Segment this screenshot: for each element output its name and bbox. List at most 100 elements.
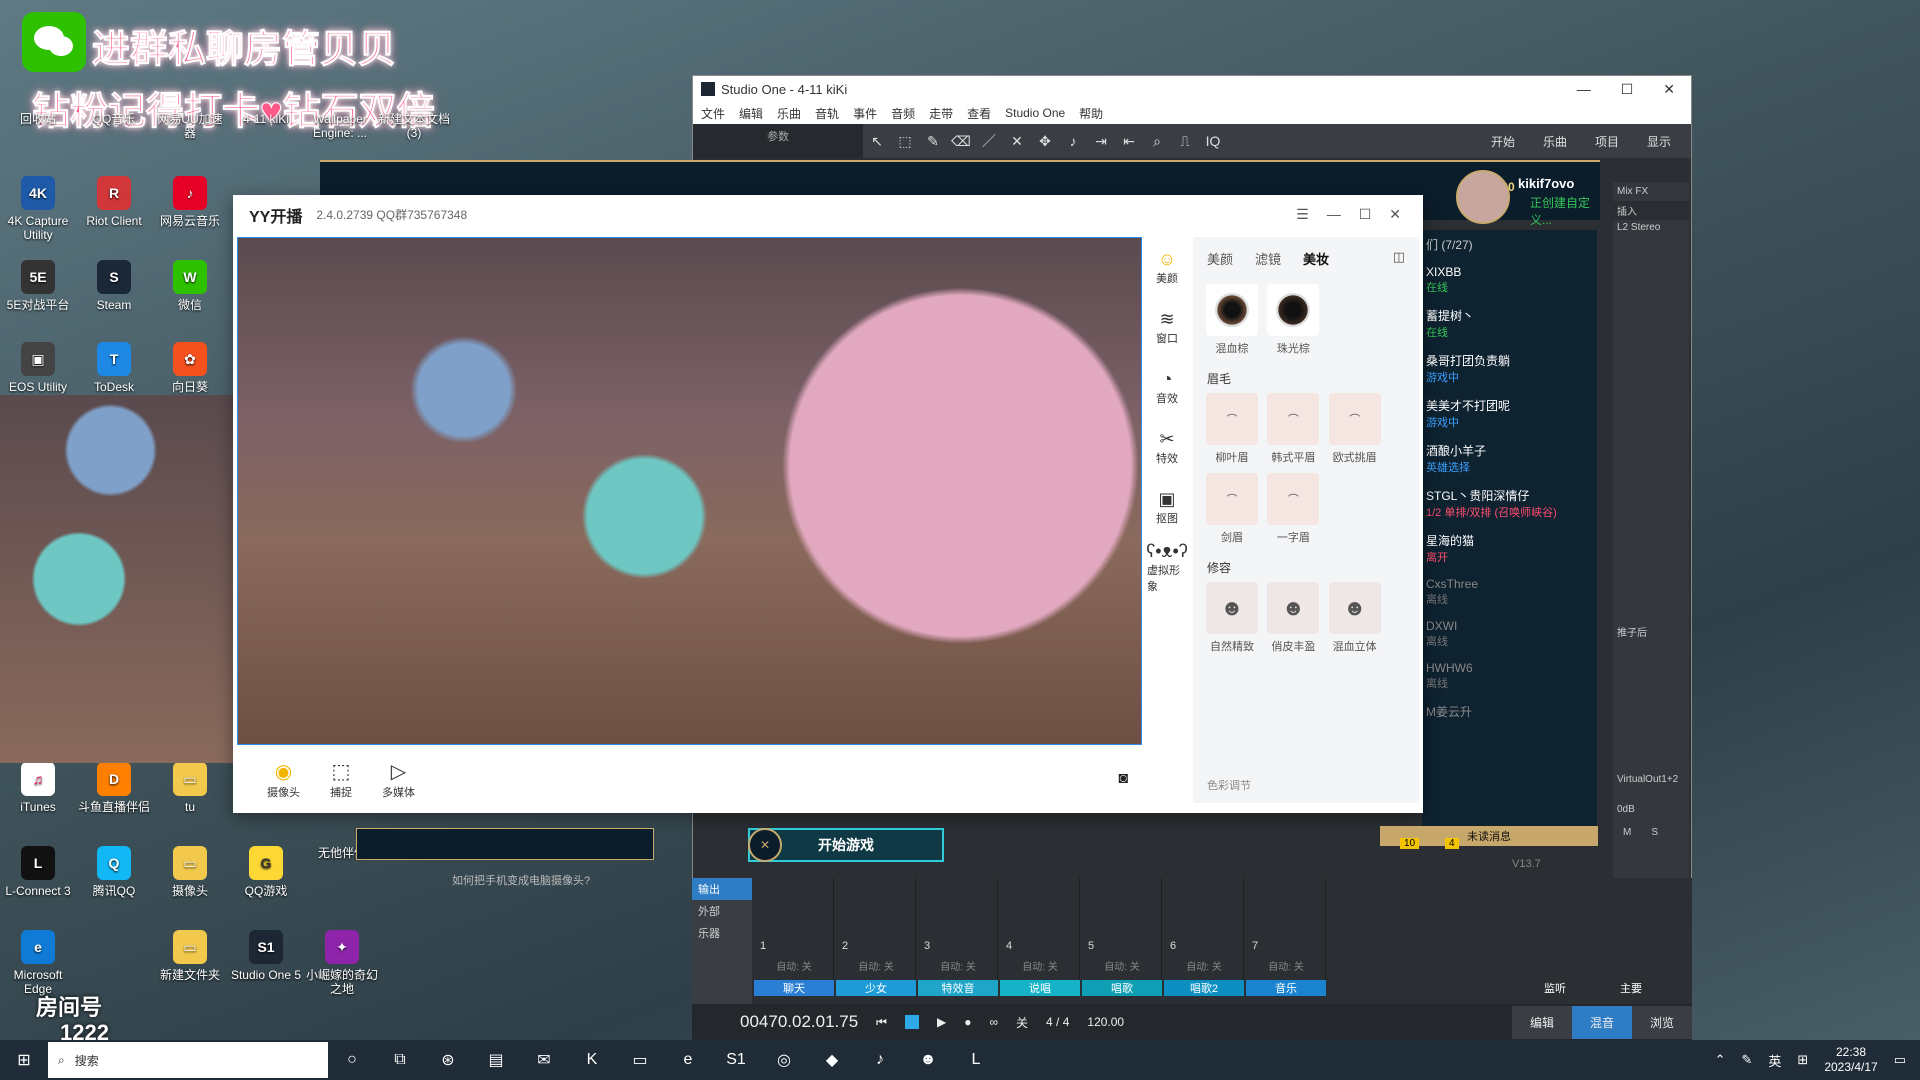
close-icon[interactable]: ✕ (1663, 81, 1675, 98)
rewind-icon[interactable]: ⏮ (876, 1015, 887, 1030)
mixer-channel[interactable]: 3 自动: 关特效音 (918, 878, 998, 996)
chevron-up-icon[interactable]: ⌃ (1715, 1052, 1726, 1068)
mixer-channel[interactable]: 4 自动: 关说唱 (1000, 878, 1080, 996)
clock[interactable]: 22:38 2023/4/17 (1824, 1045, 1877, 1075)
snapshot-icon[interactable]: ◙ (1118, 770, 1128, 788)
maximize-icon[interactable]: ☐ (1621, 81, 1634, 98)
ime-lang[interactable]: 英 (1768, 1051, 1781, 1070)
menu-view[interactable]: 查看 (967, 105, 991, 122)
mute-tool-icon[interactable]: ✕ (1003, 129, 1031, 153)
channel-name[interactable]: 唱歌 (1082, 980, 1162, 996)
desktop-icon-riot[interactable]: R Riot Client (76, 176, 152, 228)
desktop-icon-wechat[interactable]: W 微信 (152, 260, 228, 312)
contour-item[interactable]: ☻ 自然精致 (1206, 582, 1258, 654)
channel-name[interactable]: 少女 (836, 980, 916, 996)
mixer-tab-output[interactable]: 输出 (692, 878, 752, 900)
tab-start[interactable]: 开始 (1491, 133, 1515, 150)
desktop-icon-netease[interactable]: ♪ 网易云音乐 (152, 176, 228, 228)
desktop-icon-qqmusic[interactable]: QQ音乐 (76, 112, 152, 126)
nav-avatar[interactable]: ʕ•ᴥ•ʔ 虚拟形象 (1146, 537, 1188, 597)
range-tool-icon[interactable]: ⬚ (891, 129, 919, 153)
task-view-icon[interactable]: ⧉ (376, 1040, 424, 1080)
mixer-channel[interactable]: 6 自动: 关唱歌2 (1164, 878, 1244, 996)
menu-help[interactable]: 帮助 (1079, 105, 1103, 122)
channel-name[interactable]: 聊天 (754, 980, 834, 996)
brow-item[interactable]: ⌒ 韩式平眉 (1267, 393, 1320, 465)
nav-beauty[interactable]: ☺ 美颜 (1147, 237, 1187, 297)
list-item[interactable]: XIXBB 在线 (1422, 259, 1597, 301)
brow-item[interactable]: ⌒ 欧式挑眉 (1328, 393, 1381, 465)
netease-icon[interactable]: ♪ (856, 1040, 904, 1080)
eye-item[interactable]: 珠光棕 (1267, 284, 1320, 356)
brow-item[interactable]: ⌒ 剑眉 (1206, 473, 1258, 545)
game-input[interactable] (356, 828, 654, 860)
desktop-icon-tu[interactable]: ▭ tu (152, 762, 228, 814)
desktop-icon-steam[interactable]: S Steam (76, 260, 152, 312)
store-icon[interactable]: ▤ (472, 1040, 520, 1080)
menu-song[interactable]: 乐曲 (777, 105, 801, 122)
desktop-icon-sunflower[interactable]: ✿ 向日葵 (152, 342, 228, 394)
menu-edit[interactable]: 编辑 (739, 105, 763, 122)
mixer-tab-external[interactable]: 外部 (692, 900, 752, 922)
mixer-channel[interactable]: 5 自动: 关唱歌 (1082, 878, 1162, 996)
desktop-icon-qqgame[interactable]: G QQ游戏 (228, 846, 304, 898)
nav-matting[interactable]: ▣ 抠图 (1147, 477, 1187, 537)
mail-icon[interactable]: ✉ (520, 1040, 568, 1080)
desktop-icon-newfolder[interactable]: ▭ 新建文件夹 (152, 930, 228, 982)
arrow-tool-icon[interactable]: ↖ (863, 129, 891, 153)
virtual-out[interactable]: VirtualOut1+2 (1613, 772, 1682, 787)
solo-button[interactable]: S (1651, 827, 1658, 838)
mixer-tab-instrument[interactable]: 乐器 (692, 922, 752, 944)
l2-stereo-slot[interactable]: L2 Stereo (1613, 220, 1689, 235)
list-item[interactable]: HWHW6 离线 (1422, 655, 1597, 697)
edge-icon[interactable]: e (664, 1040, 712, 1080)
desktop-icon-douyu[interactable]: D 斗鱼直播伴侣 (76, 762, 152, 814)
keyboard-icon[interactable]: ⊞ (1797, 1052, 1808, 1068)
automation-label[interactable]: 自动: 关 (836, 958, 916, 973)
list-item[interactable]: 美美才不打团呢 游戏中 (1422, 391, 1597, 436)
windows-start-icon[interactable]: ⊞ (0, 1040, 48, 1080)
folder-icon[interactable]: ▭ (616, 1040, 664, 1080)
tab-show[interactable]: 显示 (1647, 133, 1671, 150)
brow-item[interactable]: ⌒ 一字眉 (1267, 473, 1320, 545)
list-item[interactable]: STGL丶贵阳深情仔 1/2 单排/双排 (召唤师峡谷) (1422, 481, 1597, 526)
bottom-tab-edit[interactable]: 编辑 (1511, 1005, 1572, 1039)
channel-name[interactable]: 音乐 (1246, 980, 1326, 996)
play-icon[interactable]: ▶ (937, 1015, 946, 1029)
close-icon[interactable]: ✕ (1389, 206, 1401, 223)
desktop-icon-studioone[interactable]: S1 Studio One 5 (228, 930, 304, 982)
groove-icon[interactable]: ⎍ (1171, 129, 1199, 153)
compare-icon[interactable]: ◫ (1393, 249, 1405, 268)
desktop-icon-4k[interactable]: 4K 4K Capture Utility (0, 176, 76, 242)
help-link[interactable]: 如何把手机变成电脑摄像头? (452, 872, 590, 888)
menu-event[interactable]: 事件 (853, 105, 877, 122)
insert-slot[interactable]: 插入 (1613, 201, 1689, 220)
list-item[interactable]: CxsThree 离线 (1422, 571, 1597, 613)
tab-beauty[interactable]: 美颜 (1207, 249, 1233, 268)
automation-label[interactable]: 自动: 关 (754, 958, 834, 973)
desktop-icon-eos[interactable]: ▣ EOS Utility (0, 342, 76, 394)
app-icon[interactable]: ◆ (808, 1040, 856, 1080)
channel-name[interactable]: 唱歌2 (1164, 980, 1244, 996)
desktop-icon-textdoc[interactable]: 新建文本文档 (3) (376, 112, 452, 140)
minimize-icon[interactable]: — (1327, 206, 1341, 223)
eraser-tool-icon[interactable]: ⌫ (947, 129, 975, 153)
listen-tool-icon[interactable]: ♪ (1059, 129, 1087, 153)
paint-tool-icon[interactable]: ／ (975, 129, 1003, 153)
mixer-channel[interactable]: 2 自动: 关少女 (836, 878, 916, 996)
split-tool-icon[interactable]: ✎ (919, 129, 947, 153)
desktop-icon-lconnect[interactable]: L L-Connect 3 (0, 846, 76, 898)
desktop-icon-kiki[interactable]: 4-11 kiKi (228, 112, 304, 126)
list-item[interactable]: 桑哥打团负责躺 游戏中 (1422, 346, 1597, 391)
desktop-icon-wallpaper[interactable]: Wallpaper Engine: ... (302, 112, 378, 140)
menu-icon[interactable]: ☰ (1296, 206, 1309, 223)
menu-track[interactable]: 音轨 (815, 105, 839, 122)
menu-studio-one[interactable]: Studio One (1005, 106, 1065, 120)
snap-icon[interactable]: ⇥ (1087, 129, 1115, 153)
record-icon[interactable]: ● (964, 1015, 971, 1029)
app-icon[interactable]: ☻ (904, 1040, 952, 1080)
list-item[interactable]: 蓄提树丶 在线 (1422, 301, 1597, 346)
menu-transport[interactable]: 走带 (929, 105, 953, 122)
loop-icon[interactable]: ∞ (989, 1015, 998, 1029)
menu-audio[interactable]: 音频 (891, 105, 915, 122)
